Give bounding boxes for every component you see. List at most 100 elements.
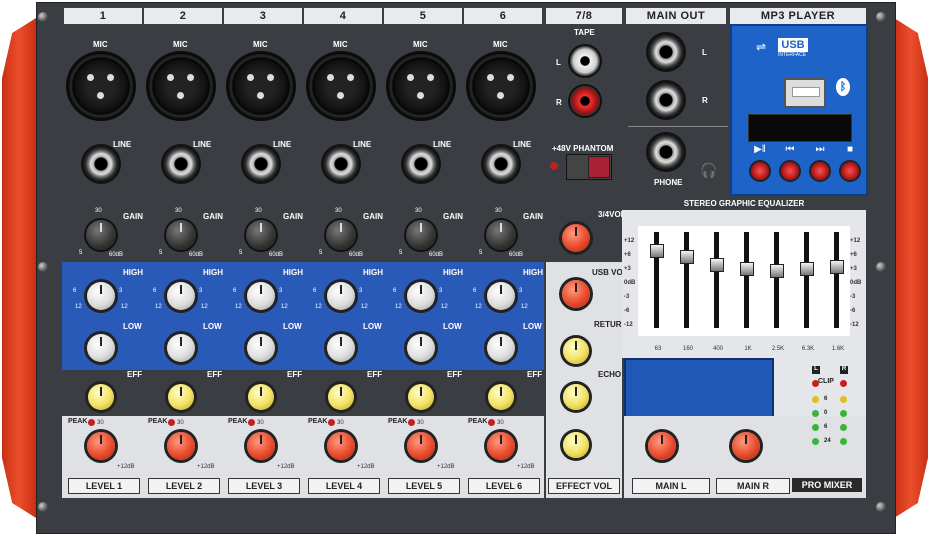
xlr-mic-input[interactable] <box>149 54 213 118</box>
high-eq-knob[interactable] <box>247 282 275 310</box>
effect-vol-knob[interactable] <box>563 432 589 458</box>
line-input-jack[interactable] <box>323 146 359 182</box>
eff-send-knob[interactable] <box>248 384 274 410</box>
eff-send-knob[interactable] <box>168 384 194 410</box>
meter-r-label: R <box>840 366 848 374</box>
channel-level-knob[interactable] <box>167 432 195 460</box>
eq-slider-track <box>774 232 779 328</box>
channel-5-number: 5 <box>384 8 462 24</box>
low-eq-knob[interactable] <box>167 334 195 362</box>
high-eq-knob[interactable] <box>487 282 515 310</box>
line-input-jack[interactable] <box>483 146 519 182</box>
right-side-panel <box>894 18 928 518</box>
eq-tick: 6 <box>473 288 477 294</box>
eq-slider-cap[interactable] <box>830 260 844 274</box>
echo-knob[interactable] <box>563 384 589 410</box>
line-label: LINE <box>113 140 132 149</box>
high-eq-knob[interactable] <box>327 282 355 310</box>
channel-level-knob[interactable] <box>247 432 275 460</box>
gain-knob[interactable] <box>86 220 116 250</box>
main-out-title: MAIN OUT <box>626 8 726 24</box>
eff-send-knob[interactable] <box>408 384 434 410</box>
low-eq-knob[interactable] <box>87 334 115 362</box>
eff-send-knob[interactable] <box>328 384 354 410</box>
xlr-mic-input[interactable] <box>469 54 533 118</box>
level-meter-panel <box>774 358 866 416</box>
play-pause-button[interactable] <box>751 162 769 180</box>
line-input-jack[interactable] <box>243 146 279 182</box>
bluetooth-icon: ᛒ <box>836 78 850 96</box>
low-eq-knob[interactable] <box>327 334 355 362</box>
eq-slider-cap[interactable] <box>770 264 784 278</box>
channel-level-knob[interactable] <box>487 432 515 460</box>
eq-slider-track <box>804 232 809 328</box>
low-eq-knob[interactable] <box>247 334 275 362</box>
channel-78-number: 7/8 <box>546 8 622 24</box>
next-button[interactable] <box>811 162 829 180</box>
eq-freq-label: 2.5K <box>771 346 785 352</box>
peak-led <box>408 419 415 426</box>
eq-scale-left: +12 <box>624 238 635 244</box>
phantom-switch[interactable] <box>588 156 610 178</box>
gain-knob[interactable] <box>406 220 436 250</box>
line-input-jack[interactable] <box>163 146 199 182</box>
mic-label: MIC <box>173 40 188 49</box>
brand-label: PRO MIXER <box>792 478 862 492</box>
eq-tick: 12 <box>395 304 402 310</box>
gain-60-tick: 60dB <box>349 252 364 258</box>
eq-tick: 3 <box>359 288 363 294</box>
gain-5-tick: 5 <box>159 250 163 256</box>
eq-slider-cap[interactable] <box>680 250 694 264</box>
peak-label: PEAK <box>468 418 488 425</box>
usb-vol-knob[interactable] <box>562 280 590 308</box>
line-label: LINE <box>353 140 372 149</box>
meter-l-label: L <box>812 366 820 374</box>
gain-knob[interactable] <box>246 220 276 250</box>
main-r-knob[interactable] <box>732 432 760 460</box>
graphic-eq-panel: STEREO GRAPHIC EQUALIZER 63 160 400 1K 2.5K 6… <box>622 198 866 358</box>
high-label: HIGH <box>123 268 143 277</box>
tape-r-rca-jack[interactable] <box>570 86 600 116</box>
high-eq-knob[interactable] <box>87 282 115 310</box>
channel-level-knob[interactable] <box>87 432 115 460</box>
xlr-mic-input[interactable] <box>229 54 293 118</box>
mp3-button-label: ▶‖ <box>754 144 766 155</box>
eq-tick: 3 <box>119 288 123 294</box>
xlr-mic-input[interactable] <box>389 54 453 118</box>
main-out-l-jack[interactable] <box>648 34 684 70</box>
channel-level-knob[interactable] <box>327 432 355 460</box>
gain-knob[interactable] <box>166 220 196 250</box>
gain-knob[interactable] <box>326 220 356 250</box>
eff-send-knob[interactable] <box>88 384 114 410</box>
usb-port[interactable] <box>784 78 826 108</box>
xlr-mic-input[interactable] <box>309 54 373 118</box>
eq-tick: 3 <box>439 288 443 294</box>
return-knob[interactable] <box>563 338 589 364</box>
clip-label: CLIP <box>818 378 834 385</box>
high-eq-knob[interactable] <box>167 282 195 310</box>
main-out-r-jack[interactable] <box>648 82 684 118</box>
previous-button[interactable] <box>781 162 799 180</box>
tape-l-rca-jack[interactable] <box>570 46 600 76</box>
high-eq-knob[interactable] <box>407 282 435 310</box>
vol34-knob[interactable] <box>562 224 590 252</box>
low-eq-knob[interactable] <box>487 334 515 362</box>
eq-slider-cap[interactable] <box>650 244 664 258</box>
low-label: LOW <box>283 322 302 331</box>
gain-label: GAIN <box>443 212 463 221</box>
eq-slider-cap[interactable] <box>710 258 724 272</box>
eq-slider-cap[interactable] <box>800 262 814 276</box>
stop-button[interactable] <box>841 162 859 180</box>
peak-label: PEAK <box>228 418 248 425</box>
gain-knob[interactable] <box>486 220 516 250</box>
eq-tick: 3 <box>199 288 203 294</box>
line-input-jack[interactable] <box>83 146 119 182</box>
line-input-jack[interactable] <box>403 146 439 182</box>
channel-level-knob[interactable] <box>407 432 435 460</box>
low-eq-knob[interactable] <box>407 334 435 362</box>
eq-slider-cap[interactable] <box>740 262 754 276</box>
phone-jack[interactable] <box>648 134 684 170</box>
main-l-knob[interactable] <box>648 432 676 460</box>
xlr-mic-input[interactable] <box>69 54 133 118</box>
eff-send-knob[interactable] <box>488 384 514 410</box>
